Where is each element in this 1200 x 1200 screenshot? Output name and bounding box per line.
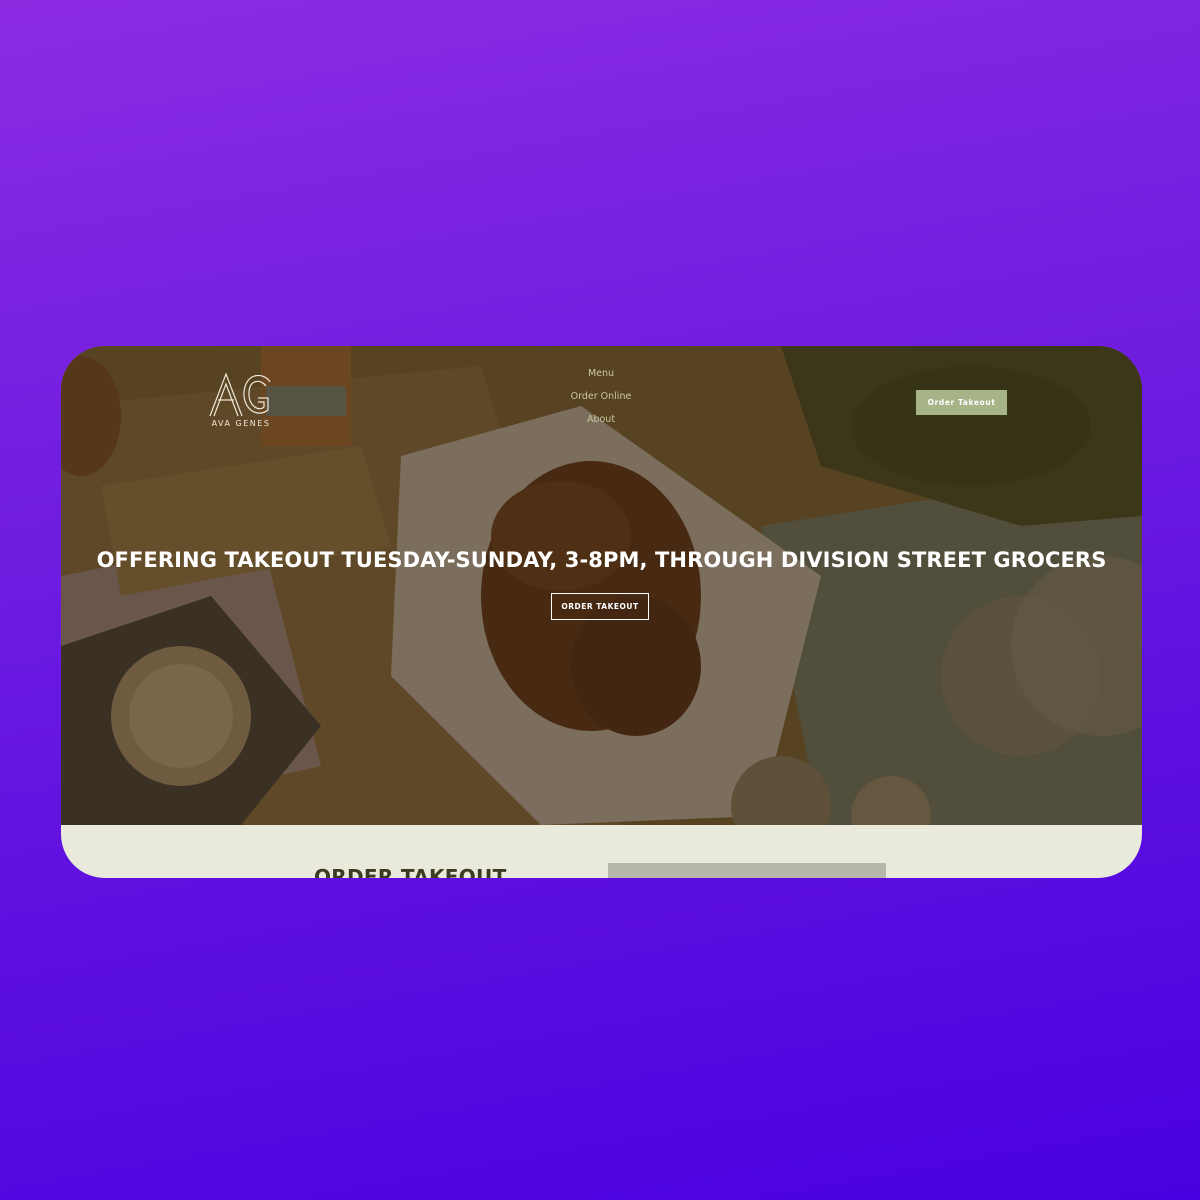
nav-link-about[interactable]: About (541, 414, 661, 425)
image-placeholder (608, 863, 886, 878)
order-takeout-heading: ORDER TAKEOUT (314, 865, 507, 878)
ag-monogram-icon (209, 372, 271, 417)
hero-headline: OFFERING TAKEOUT TUESDAY-SUNDAY, 3-8PM, … (96, 548, 1107, 572)
browser-card: AVA GENES Menu Order Online About Order … (61, 346, 1142, 878)
hero-section: AVA GENES Menu Order Online About Order … (61, 346, 1142, 825)
ava-genes-logo[interactable]: AVA GENES (206, 370, 276, 434)
logo-wordmark: AVA GENES (211, 419, 271, 428)
header-order-takeout-button[interactable]: Order Takeout (916, 390, 1007, 415)
main-nav: Menu Order Online About (541, 368, 661, 437)
nav-link-order-online[interactable]: Order Online (541, 391, 661, 402)
nav-link-menu[interactable]: Menu (541, 368, 661, 379)
hero-order-takeout-button[interactable]: ORDER TAKEOUT (551, 593, 649, 620)
